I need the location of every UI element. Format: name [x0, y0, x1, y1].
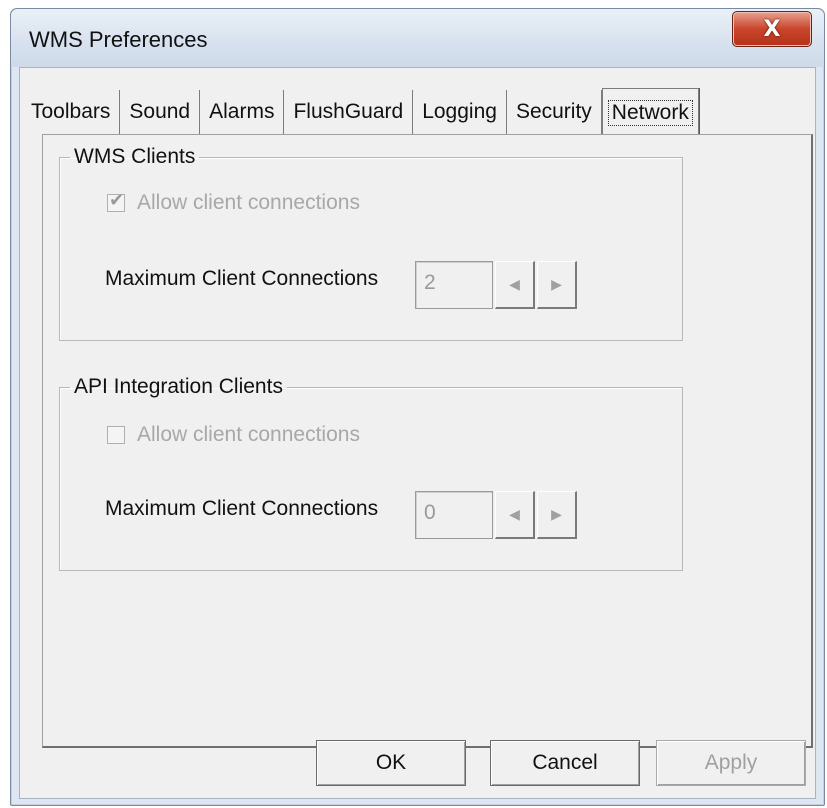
checkbox-box[interactable] [107, 426, 125, 444]
tab-flushguard[interactable]: FlushGuard [284, 90, 414, 134]
wms-allow-connections-checkbox[interactable]: ✔ Allow client connections [107, 190, 360, 215]
tab-label: Alarms [209, 100, 275, 123]
wms-spin-decrement-button[interactable]: ◀ [495, 261, 535, 309]
api-max-connections-value: 0 [424, 501, 436, 524]
api-spin-increment-button[interactable]: ▶ [537, 491, 577, 539]
window-title: WMS Preferences [29, 27, 208, 52]
tab-strip: Toolbars Sound Alarms FlushGuard Logging… [20, 88, 699, 136]
wms-spin-increment-button[interactable]: ▶ [537, 261, 577, 309]
apply-button[interactable]: Apply [656, 740, 806, 786]
check-icon: ✔ [109, 190, 125, 211]
tab-label: FlushGuard [293, 100, 404, 123]
tab-security[interactable]: Security [507, 90, 602, 134]
triangle-right-icon: ▶ [551, 506, 562, 523]
wms-max-connections-field[interactable]: 2 [415, 261, 493, 309]
checkbox-box[interactable]: ✔ [107, 190, 125, 212]
wms-max-connections-label: Maximum Client Connections [105, 267, 379, 290]
close-icon: X [763, 16, 781, 42]
tab-label: Network [607, 99, 693, 126]
wms-clients-legend: WMS Clients [74, 145, 196, 168]
cancel-button[interactable]: Cancel [490, 740, 640, 786]
api-clients-group: API Integration Clients [59, 375, 683, 571]
tab-logging[interactable]: Logging [413, 90, 507, 134]
tab-alarms[interactable]: Alarms [200, 90, 285, 134]
tab-label: Security [515, 100, 592, 123]
api-max-connections-label: Maximum Client Connections [105, 497, 379, 520]
tab-toolbars[interactable]: Toolbars [20, 90, 121, 134]
tab-label: Logging [422, 100, 497, 123]
triangle-right-icon: ▶ [551, 276, 562, 293]
tab-label: Sound [129, 100, 191, 123]
wms-clients-group: WMS Clients [59, 145, 683, 341]
triangle-left-icon: ◀ [509, 276, 520, 293]
api-spin-decrement-button[interactable]: ◀ [495, 491, 535, 539]
tab-label: Toolbars [31, 100, 111, 123]
network-tab-panel: WMS Clients ✔ Allow client connections M… [42, 134, 813, 748]
wms-max-connections-value: 2 [424, 271, 436, 294]
api-max-connections-field[interactable]: 0 [415, 491, 493, 539]
dialog-body: Toolbars Sound Alarms FlushGuard Logging… [19, 67, 816, 799]
close-button[interactable]: X [732, 11, 812, 47]
tab-network[interactable]: Network [601, 88, 699, 136]
api-allow-connections-checkbox[interactable]: Allow client connections [107, 423, 360, 447]
preferences-window: WMS Preferences X Toolbars Sound Alarms … [10, 8, 825, 806]
ok-button[interactable]: OK [316, 740, 466, 786]
api-clients-legend: API Integration Clients [74, 375, 283, 398]
triangle-left-icon: ◀ [509, 506, 520, 523]
title-bar[interactable]: WMS Preferences X [11, 9, 824, 67]
tab-sound[interactable]: Sound [120, 90, 201, 134]
wms-allow-connections-label: Allow client connections [137, 191, 360, 214]
api-allow-connections-label: Allow client connections [137, 423, 360, 446]
